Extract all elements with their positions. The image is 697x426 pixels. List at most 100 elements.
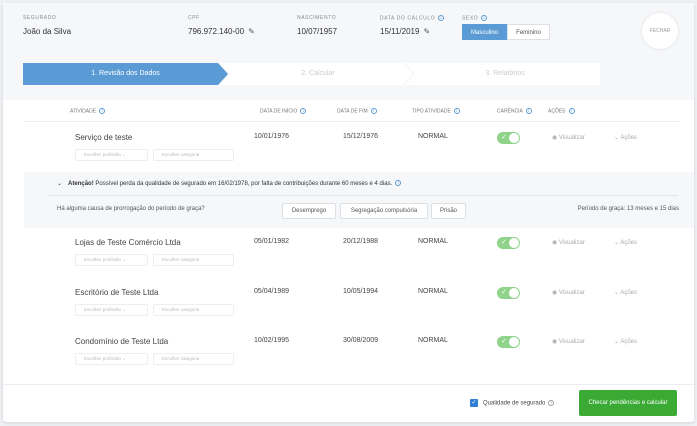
submit-button[interactable]: Checar pendências e calcular [579,390,677,416]
qualidade-label: Qualidade de segurado i [483,400,555,407]
eye-icon: ◉ [552,135,559,141]
info-icon[interactable]: i [300,108,307,114]
eye-icon: ◉ [552,339,559,345]
categoria-placeholder: Escolher categoria [162,356,200,361]
eye-icon: ◉ [552,240,559,246]
check-icon: ✓ [501,289,507,296]
close-button[interactable]: FECHAR [642,13,678,49]
visualizar-label: Visualizar [558,339,585,345]
visualizar-link[interactable]: ◉ Visualizar [552,289,585,296]
cpf-label: CPF [188,15,200,21]
segregacao-button[interactable]: Segregação compulsória [340,203,428,219]
visualizar-link[interactable]: ◉ Visualizar [552,134,585,141]
nascimento-value: 10/07/1957 [297,27,338,36]
divider [48,195,678,196]
data-fim: 30/08/2009 [343,337,379,344]
periodo-graca: Período de graça: 13 meses e 15 dias [577,206,679,212]
col-label: CARÊNCIA [497,108,523,115]
data-calculo-label-text: DATA DO CÁLCULO [380,15,436,22]
step-3[interactable]: 3. Relatórios [410,63,600,85]
profissao-select[interactable]: Escolher profissão ⌄ [75,304,148,316]
info-icon[interactable]: i [99,108,106,114]
categoria-select[interactable]: Escolher categoria [153,149,234,161]
col-data-inicio: DATA DE INÍCIO i [260,108,307,114]
acoes-dropdown[interactable]: ⌄ Ações [614,289,637,296]
categoria-select[interactable]: Escolher categoria [153,353,234,365]
segurado-label: SEGURADO [23,15,57,21]
profissao-select[interactable]: Escolher profissão ⌄ [75,353,148,365]
categoria-select[interactable]: Escolher categoria [153,304,234,316]
visualizar-label: Visualizar [558,290,585,296]
info-icon[interactable]: i [438,15,445,21]
check-icon: ✓ [501,134,507,141]
info-icon[interactable]: i [481,15,488,21]
col-acoes: AÇÕES i [548,108,575,114]
data-fim: 10/05/1994 [343,288,379,295]
profissao-placeholder: Escolher profissão [84,307,122,312]
col-label: AÇÕES [548,108,566,115]
col-data-fim: DATA DE FIM i [337,108,377,114]
categoria-placeholder: Escolher categoria [162,307,200,312]
activity-name: Condomínio de Teste Ltda [75,337,169,346]
col-carencia: CARÊNCIA i [497,108,532,114]
data-calculo-field: 15/11/2019 ✎ [380,27,430,36]
step-2[interactable]: 2. Calcular [228,63,408,85]
sexo-feminino-button[interactable]: Feminino [507,24,550,40]
carencia-toggle[interactable]: ✓ [497,287,520,299]
visualizar-link[interactable]: ◉ Visualizar [552,239,585,246]
alert-strong: Atenção! [68,181,94,187]
data-fim: 15/12/1976 [343,133,379,140]
visualizar-label: Visualizar [558,135,585,141]
acoes-dropdown[interactable]: ⌄ Ações [614,338,637,345]
data-calculo-label: DATA DO CÁLCULO i [380,15,445,22]
sexo-masculino-button[interactable]: Masculino [462,24,507,40]
visualizar-label: Visualizar [558,240,585,246]
info-icon[interactable]: i [453,108,460,114]
categoria-select[interactable]: Escolher categoria [153,254,234,266]
info-icon[interactable]: i [568,108,575,114]
info-icon[interactable]: i [525,108,532,114]
data-inicio: 05/01/1982 [254,238,290,245]
desemprego-button[interactable]: Desemprego [282,203,336,219]
carencia-toggle[interactable]: ✓ [497,237,520,249]
data-inicio: 10/01/1976 [254,133,290,140]
check-icon: ✓ [501,338,507,345]
alert-message: ⌄ Atenção! Possível perda da qualidade de… [57,180,402,187]
eye-icon: ◉ [552,290,559,296]
acoes-label: Ações [620,240,638,246]
info-icon[interactable]: i [370,108,377,114]
info-icon[interactable]: i [548,400,555,406]
col-label: ATIVIDADE [70,108,97,115]
activity-name: Escritório de Teste Ltda [75,288,159,297]
acoes-label: Ações [620,339,638,345]
nascimento-label: NASCIMENTO [297,15,337,21]
profissao-select[interactable]: Escolher profissão ⌄ [75,254,148,266]
tipo-atividade: NORMAL [418,238,448,245]
check-icon: ✓ [501,239,507,246]
tipo-atividade: NORMAL [418,288,448,295]
qualidade-label-text: Qualidade de segurado [483,400,546,407]
qualidade-checkbox[interactable]: ✓ [470,399,478,407]
cpf-value: 796.972.140-00 [188,27,245,36]
carencia-toggle[interactable]: ✓ [497,336,520,348]
prisao-button[interactable]: Prisão [431,203,466,219]
sexo-label: SEXO i [462,15,488,21]
edit-pencil-icon[interactable]: ✎ [423,27,430,36]
profissao-select[interactable]: Escolher profissão ⌄ [75,149,148,161]
col-tipo: TIPO ATIVIDADE i [412,108,460,114]
chevron-down-icon[interactable]: ⌄ [57,181,62,187]
acoes-dropdown[interactable]: ⌄ Ações [614,239,637,246]
categoria-placeholder: Escolher categoria [162,152,200,157]
info-icon[interactable]: i [395,180,402,187]
data-fim: 20/12/1988 [343,238,379,245]
divider [24,121,679,122]
acoes-dropdown[interactable]: ⌄ Ações [614,134,637,141]
step-1[interactable]: 1. Revisão dos Dados [23,63,228,85]
carencia-toggle[interactable]: ✓ [497,132,520,144]
acoes-label: Ações [620,135,638,141]
segurado-value: João da Silva [23,27,72,36]
profissao-placeholder: Escolher profissão [84,152,122,157]
edit-pencil-icon[interactable]: ✎ [248,27,255,36]
visualizar-link[interactable]: ◉ Visualizar [552,338,585,345]
col-atividade: ATIVIDADE i [70,108,106,115]
